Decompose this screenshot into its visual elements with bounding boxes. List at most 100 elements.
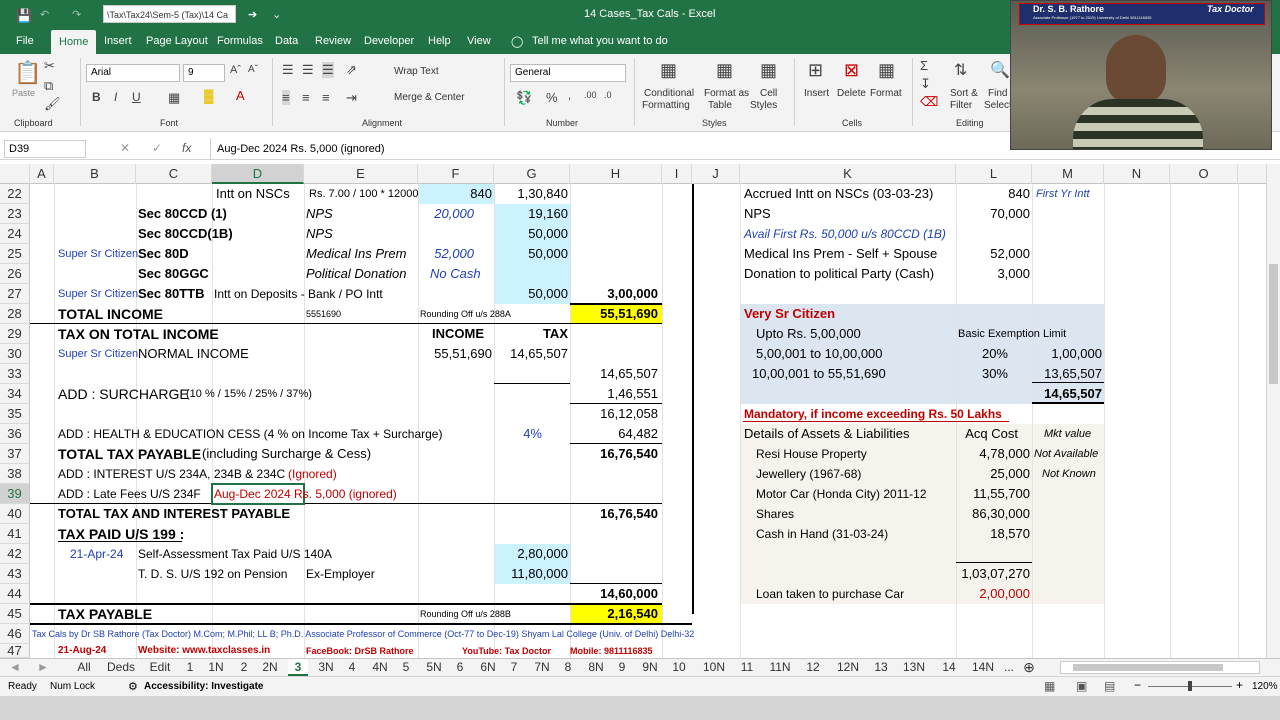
tab-file[interactable]: File [16, 35, 34, 47]
cell-c26[interactable]: Sec 80GGC [138, 264, 209, 284]
column-header[interactable]: J [692, 164, 740, 184]
zoom-in-icon[interactable]: + [1236, 678, 1243, 692]
find-label[interactable]: Find [988, 88, 1007, 99]
column-header[interactable]: H [570, 164, 662, 184]
tab-review[interactable]: Review [315, 35, 351, 47]
cell-h44[interactable]: 14,60,000 [570, 584, 658, 604]
name-box[interactable]: D39 [4, 140, 86, 158]
paste-icon[interactable]: 📋 [14, 60, 41, 86]
prev-sheet-icon[interactable]: ◄ [8, 659, 22, 676]
sheet-tab[interactable]: 8 [560, 659, 576, 676]
cell-l40[interactable]: 86,30,000 [956, 504, 1030, 524]
column-header[interactable]: A [30, 164, 54, 184]
tab-view[interactable]: View [467, 35, 491, 47]
delete-cells-label[interactable]: Delete [837, 88, 866, 99]
row-header[interactable]: 44 [0, 584, 30, 604]
cell-m34[interactable]: 14,65,507 [1032, 384, 1102, 404]
font-size-select[interactable]: 9 [183, 64, 225, 82]
cell-h27[interactable]: 3,00,000 [570, 284, 658, 304]
cell-l33[interactable]: 30% [956, 364, 1008, 384]
row-header[interactable]: 39 [0, 484, 30, 504]
cell-g47[interactable]: Mobile: 9811116835 [570, 644, 653, 658]
cell-f47[interactable]: YouTube: Tax Doctor [462, 644, 551, 658]
cell-g27[interactable]: 50,000 [494, 284, 568, 304]
autosum-icon[interactable]: Σ [920, 58, 928, 73]
cell-m33[interactable]: 13,65,507 [1032, 364, 1102, 384]
row-header[interactable]: 40 [0, 504, 30, 524]
cell-l41[interactable]: 18,570 [956, 524, 1030, 544]
row-header[interactable]: 30 [0, 344, 30, 364]
customize-icon[interactable]: ⌄ [272, 8, 281, 21]
column-header[interactable]: E [304, 164, 418, 184]
normal-view-icon[interactable]: ▦ [1044, 679, 1055, 693]
cell-b37-note[interactable]: (including Surcharge & Cess) [202, 444, 371, 464]
cell-g23[interactable]: 19,160 [494, 204, 568, 224]
cell-k39[interactable]: Motor Car (Honda City) 2011-12 [756, 484, 927, 504]
cell-b34[interactable]: ADD : SURCHARGE [58, 384, 189, 404]
column-header[interactable]: I [662, 164, 692, 184]
cell-m36[interactable]: Mkt value [1044, 424, 1091, 444]
comma-icon[interactable]: , [568, 90, 571, 102]
cell-f28[interactable]: Rounding Off u/s 288A [420, 304, 511, 324]
cell-b34-note[interactable]: (10 % / 15% / 25% / 37%) [186, 384, 312, 404]
cell-b27[interactable]: Super Sr Citizen [58, 284, 138, 304]
cell-l36[interactable]: Acq Cost [956, 424, 1018, 444]
cell-c27[interactable]: Sec 80TTB [138, 284, 204, 304]
vertical-scrollbar[interactable] [1266, 164, 1280, 658]
borders-icon[interactable]: ▦ [168, 90, 180, 106]
insert-function-icon[interactable]: fx [182, 141, 191, 155]
sheet-tab[interactable]: 12 [802, 659, 824, 676]
sheet-tab[interactable]: 1N [204, 659, 228, 676]
row-header[interactable]: 43 [0, 564, 30, 584]
cell-l25[interactable]: 52,000 [956, 244, 1030, 264]
decrease-decimal-icon[interactable]: .0 [604, 90, 612, 100]
enter-icon[interactable]: ✓ [152, 141, 162, 155]
page-break-view-icon[interactable]: ▤ [1104, 679, 1115, 693]
sheet-tab[interactable]: 7N [530, 659, 554, 676]
cell-k35[interactable]: Mandatory, if income exceeding Rs. 50 La… [744, 404, 1002, 424]
zoom-level[interactable]: 120% [1252, 681, 1278, 692]
cell-e28[interactable]: 5551690 [306, 304, 341, 324]
sheet-tab[interactable]: 9N [638, 659, 662, 676]
sort-filter-icon[interactable]: ⇅ [954, 60, 967, 80]
cell-f29[interactable]: INCOME [418, 324, 484, 344]
underline-icon[interactable]: U [132, 90, 141, 104]
h-scrollbar-thumb[interactable] [1073, 664, 1223, 671]
cell-l29[interactable]: Basic Exemption Limit [958, 324, 1066, 344]
column-header[interactable]: O [1170, 164, 1238, 184]
select-all-corner[interactable] [0, 164, 30, 184]
cell-k28[interactable]: Very Sr Citizen [744, 304, 835, 324]
conditional-formatting-icon[interactable]: ▦ [660, 60, 677, 81]
horizontal-scrollbar[interactable] [1060, 661, 1260, 674]
cell-f22[interactable]: 840 [418, 184, 492, 204]
cell-c30[interactable]: NORMAL INCOME [138, 344, 249, 364]
zoom-out-icon[interactable]: − [1134, 678, 1141, 692]
cell-h37[interactable]: 16,76,540 [570, 444, 658, 464]
format-as-table-icon[interactable]: ▦ [716, 60, 733, 81]
scrollbar-thumb[interactable] [1269, 264, 1278, 384]
cell-m22[interactable]: First Yr Intt [1036, 184, 1090, 204]
tell-me-search[interactable]: Tell me what you want to do [532, 35, 668, 47]
align-middle-icon[interactable]: ☰ [302, 62, 314, 78]
insert-cells-icon[interactable]: ⊞ [808, 60, 823, 81]
cell-b30[interactable]: Super Sr Citizen [58, 344, 138, 364]
cell-k44[interactable]: Loan taken to purchase Car [756, 584, 904, 604]
tab-developer[interactable]: Developer [364, 35, 414, 47]
cell-b41[interactable]: TAX PAID U/S 199 : [58, 524, 184, 544]
cell-b38-note[interactable]: (Ignored) [288, 464, 337, 484]
row-header[interactable]: 46 [0, 624, 30, 644]
cell-b37[interactable]: TOTAL TAX PAYABLE [58, 444, 201, 464]
format-cells-icon[interactable]: ▦ [878, 60, 895, 81]
cell-k38[interactable]: Jewellery (1967-68) [756, 464, 861, 484]
sheet-tab[interactable]: 9 [614, 659, 630, 676]
sheet-tab[interactable]: 7 [506, 659, 522, 676]
row-header[interactable]: 25 [0, 244, 30, 264]
sheet-tab[interactable]: Deds [104, 659, 138, 676]
cell-k36[interactable]: Details of Assets & Liabilities [744, 424, 909, 444]
sheet-tab[interactable]: 11N [766, 659, 794, 676]
cell-label[interactable]: Cell [760, 88, 777, 99]
row-header[interactable]: 42 [0, 544, 30, 564]
row-header[interactable]: 28 [0, 304, 30, 324]
cell-h35[interactable]: 16,12,058 [570, 404, 658, 424]
sheet-tab[interactable]: All [72, 659, 96, 676]
